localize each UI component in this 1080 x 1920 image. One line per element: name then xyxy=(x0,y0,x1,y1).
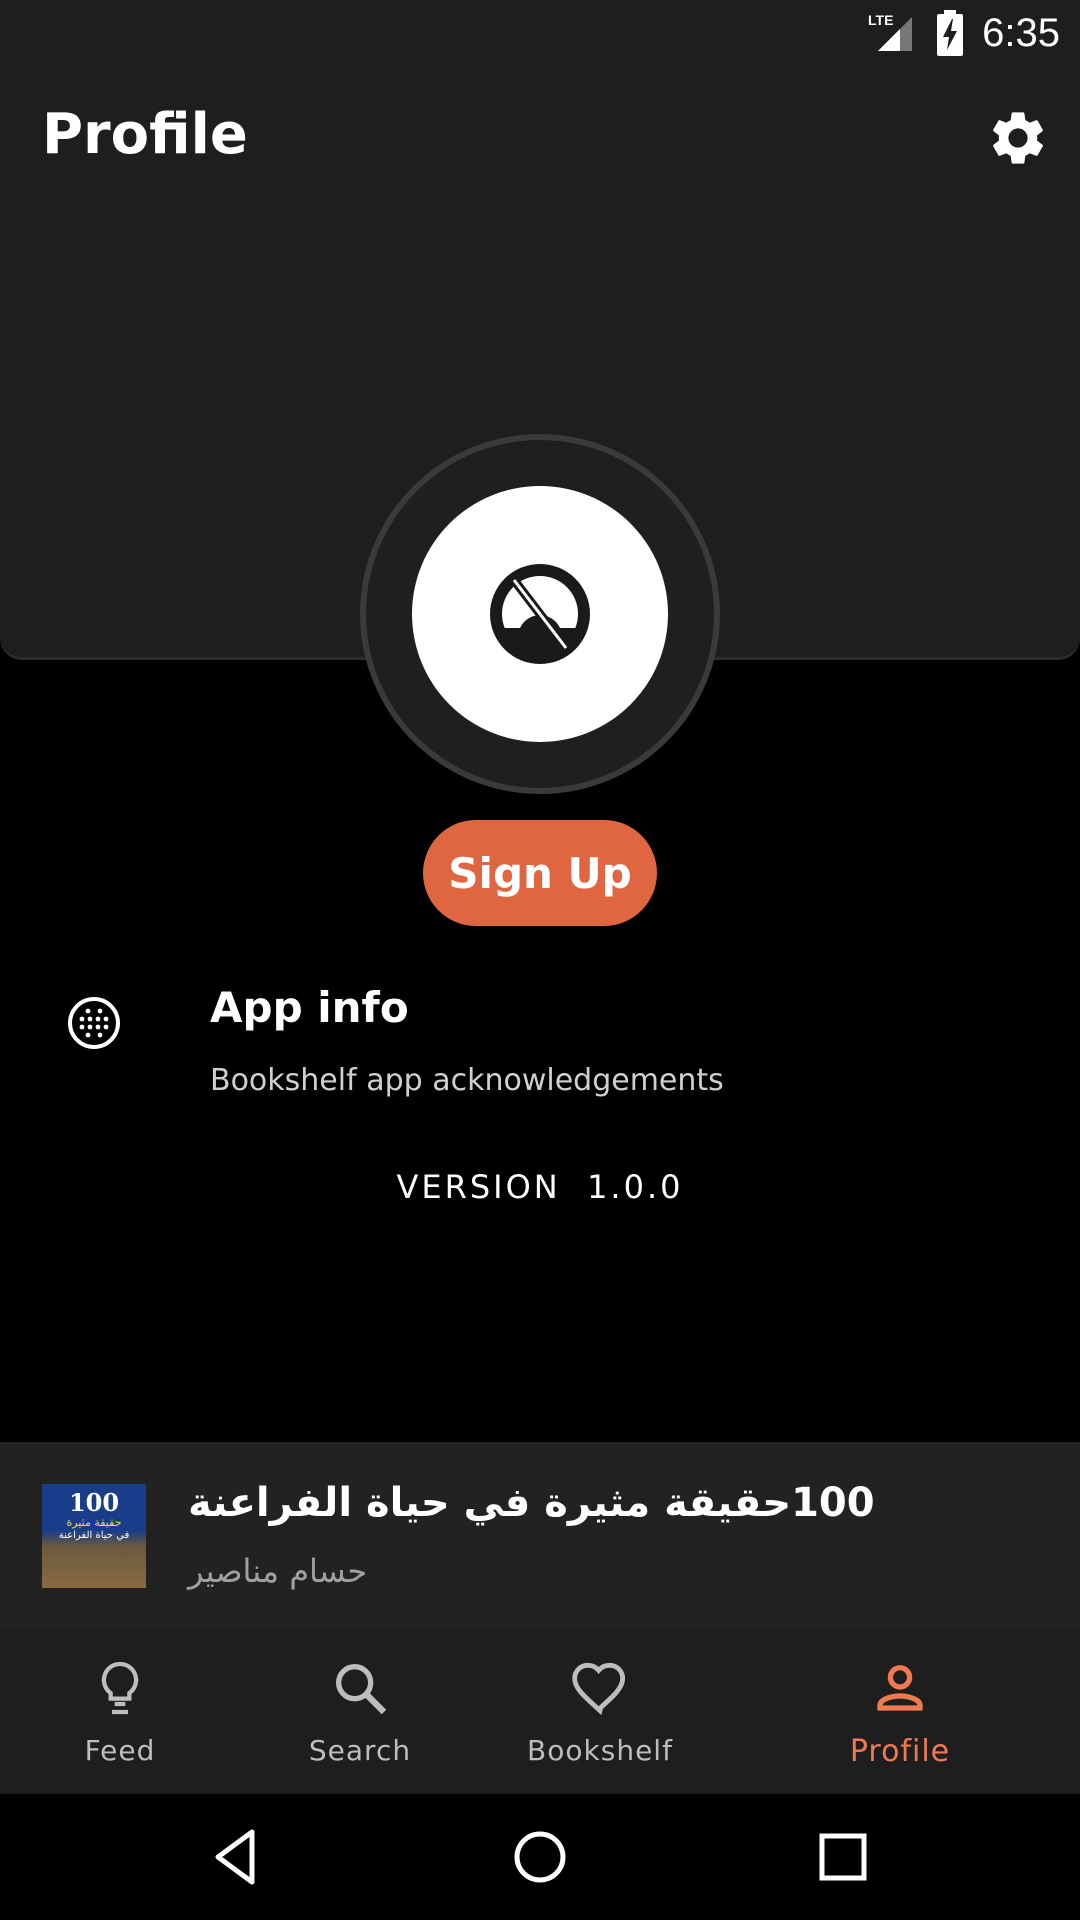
book-cover: 100 حقيقة مثيرة في حياة الفراعنة xyxy=(42,1484,146,1588)
system-navigation-bar xyxy=(0,1794,1080,1920)
battery-charging-icon xyxy=(937,10,964,56)
version-number: 1.0.0 xyxy=(587,1168,684,1206)
svg-text:LTE: LTE xyxy=(868,12,893,28)
app-bar: Profile xyxy=(0,66,1080,206)
sign-up-button[interactable]: Sign Up xyxy=(423,820,657,926)
lightbulb-icon xyxy=(101,1661,139,1715)
person-icon xyxy=(877,1665,923,1711)
status-icons: LTE 6:35 xyxy=(868,8,1060,58)
nav-item-bookshelf[interactable]: Bookshelf xyxy=(515,1630,685,1794)
bottom-navigation: Feed Search Bookshelf Profile xyxy=(0,1630,1080,1794)
version-text: VERSION 1.0.0 xyxy=(0,1168,1080,1206)
nav-label-search: Search xyxy=(308,1734,412,1767)
gear-icon[interactable] xyxy=(986,106,1050,170)
book-author: حسام مناصير xyxy=(188,1552,368,1590)
app-info-title: App info xyxy=(210,983,409,1032)
recents-icon[interactable] xyxy=(810,1824,876,1890)
heart-icon xyxy=(572,1662,626,1716)
app-info-icon xyxy=(68,997,120,1049)
home-icon[interactable] xyxy=(507,1824,573,1890)
app-info-subtitle: Bookshelf app acknowledgements xyxy=(210,1063,724,1098)
search-icon xyxy=(336,1664,387,1715)
no-avatar-icon xyxy=(490,564,590,664)
lte-signal-icon: LTE xyxy=(868,12,913,51)
status-bar: LTE 6:35 xyxy=(0,0,1080,66)
nav-label-profile: Profile xyxy=(849,1734,951,1769)
book-title: 100حقيقة مثيرة في حياة الفراعنة xyxy=(188,1480,875,1526)
nav-item-profile[interactable]: Profile xyxy=(825,1630,975,1794)
nav-label-bookshelf: Bookshelf xyxy=(527,1734,673,1767)
nav-item-search[interactable]: Search xyxy=(290,1630,430,1794)
avatar[interactable] xyxy=(412,486,668,742)
back-icon[interactable] xyxy=(204,1824,270,1890)
nav-item-feed[interactable]: Feed xyxy=(60,1630,180,1794)
now-playing-bar[interactable]: 100 حقيقة مثيرة في حياة الفراعنة 100حقيق… xyxy=(0,1442,1080,1630)
nav-label-feed: Feed xyxy=(84,1734,156,1767)
version-label: VERSION xyxy=(396,1168,561,1206)
app-info-row[interactable]: App info Bookshelf app acknowledgements xyxy=(0,975,1080,1115)
page-title: Profile xyxy=(42,102,248,167)
clock: 6:35 xyxy=(982,10,1060,55)
